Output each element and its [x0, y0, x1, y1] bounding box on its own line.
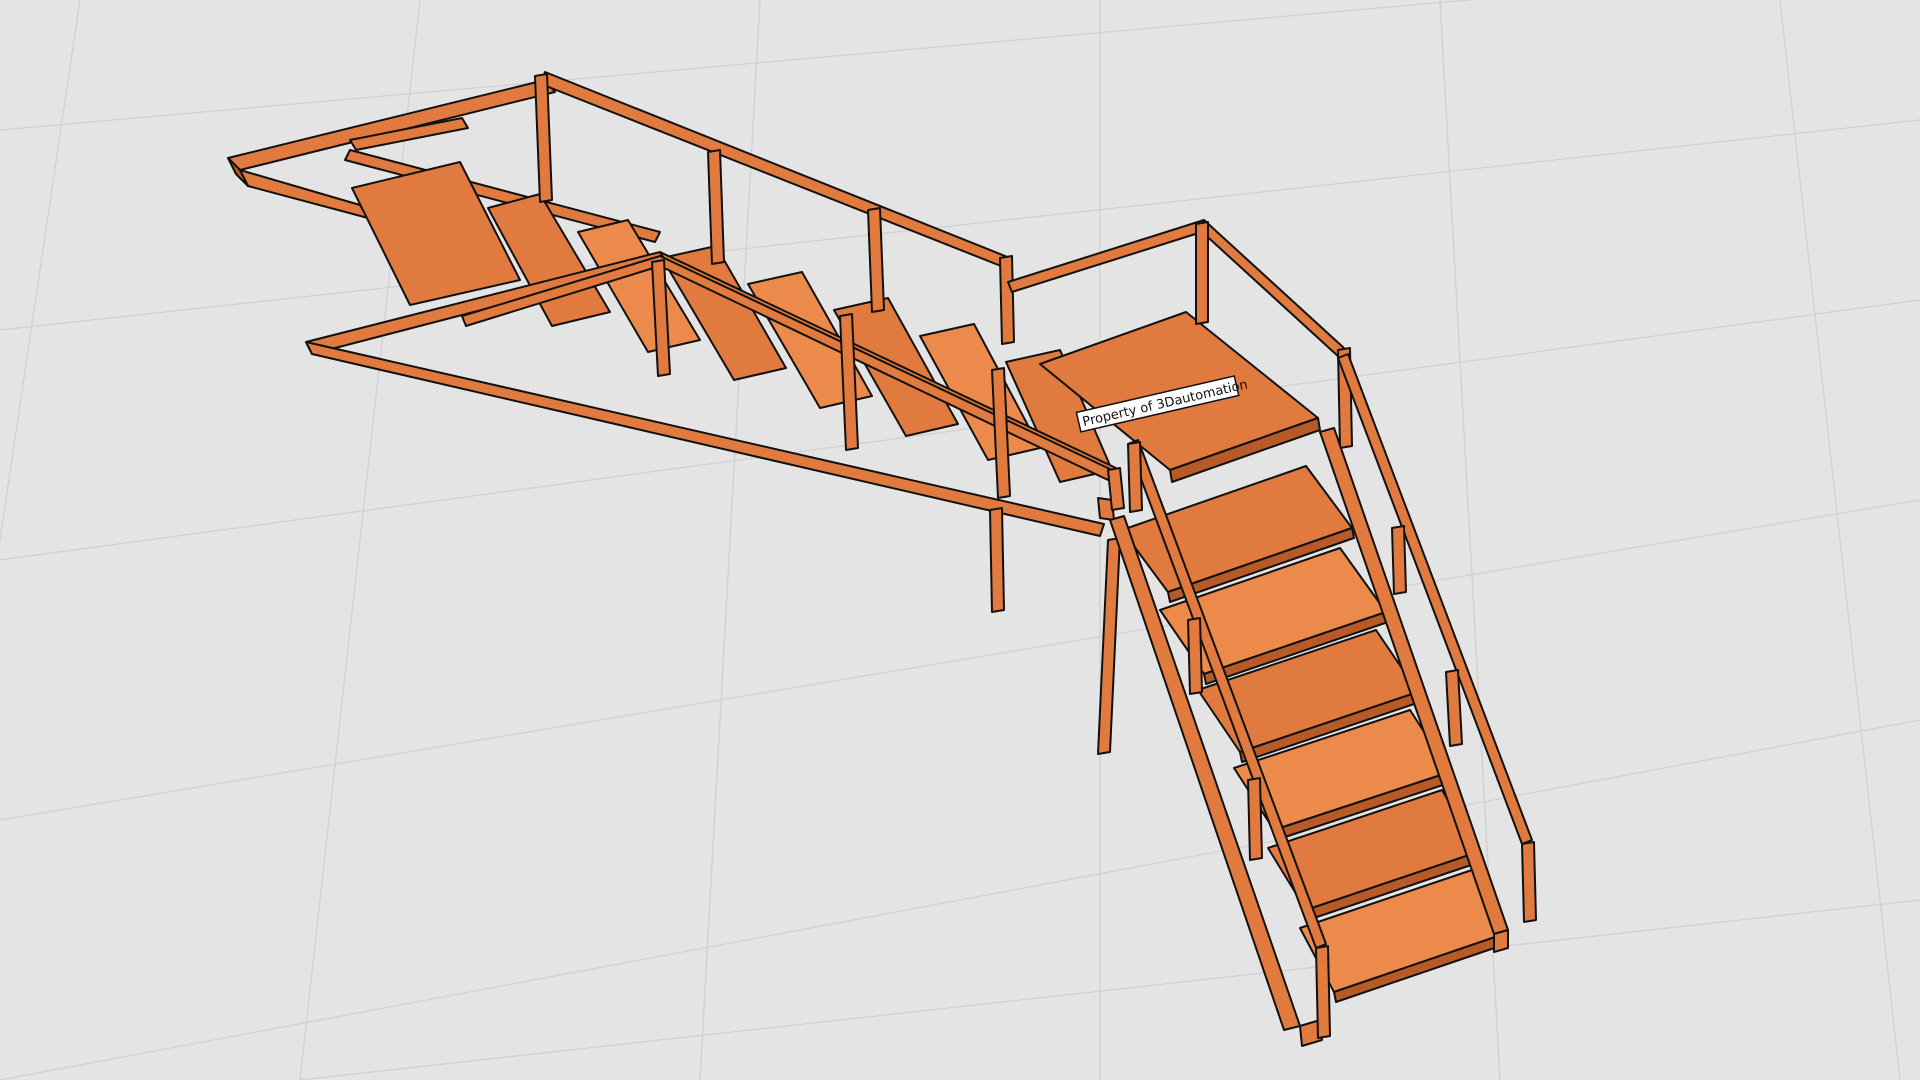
3d-viewport[interactable]: Property of 3Dautomation [0, 0, 1920, 1080]
floor-grid [0, 0, 1920, 1080]
staircase-model-canvas[interactable]: Property of 3Dautomation [0, 0, 1920, 1080]
